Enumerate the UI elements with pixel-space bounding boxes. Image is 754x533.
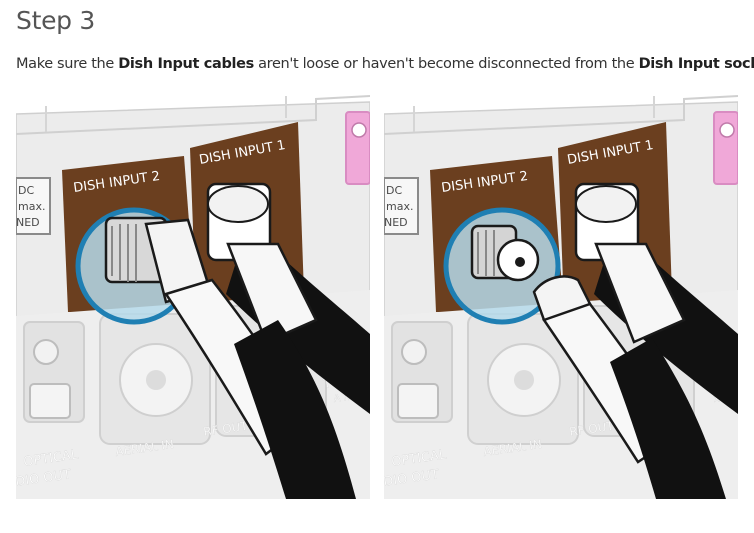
illustration-cable-connected: DC max. NED DISH INPUT 2 DISH INPUT 1 OP… xyxy=(16,94,370,499)
instruction-text: Make sure the Dish Input cables aren't l… xyxy=(16,56,754,72)
instruction-part-2: aren't loose or haven't become disconnec… xyxy=(253,56,639,72)
power-spec-line3: NED xyxy=(16,216,40,229)
illustration-connected-svg: DC max. NED DISH INPUT 2 DISH INPUT 1 OP… xyxy=(16,94,370,499)
instruction-part-1: Make sure the xyxy=(16,56,119,72)
power-spec-line3-2: NED xyxy=(384,216,408,229)
illustration-disconnected-svg: DC max. NED DISH INPUT 2 DISH INPUT 1 OP… xyxy=(384,94,738,499)
power-spec-line1-2: DC xyxy=(386,184,402,197)
power-spec-line1: DC xyxy=(18,184,34,197)
power-spec-line2-2: max. xyxy=(386,200,413,213)
illustration-cable-disconnected: DC max. NED DISH INPUT 2 DISH INPUT 1 OP… xyxy=(384,94,738,499)
instruction-bold-dish-input-cables: Dish Input cables xyxy=(118,56,254,72)
power-spec-line2: max. xyxy=(18,200,45,213)
step-heading: Step 3 xyxy=(16,6,95,35)
instruction-bold-dish-input-sockets: Dish Input sockets xyxy=(638,56,754,72)
